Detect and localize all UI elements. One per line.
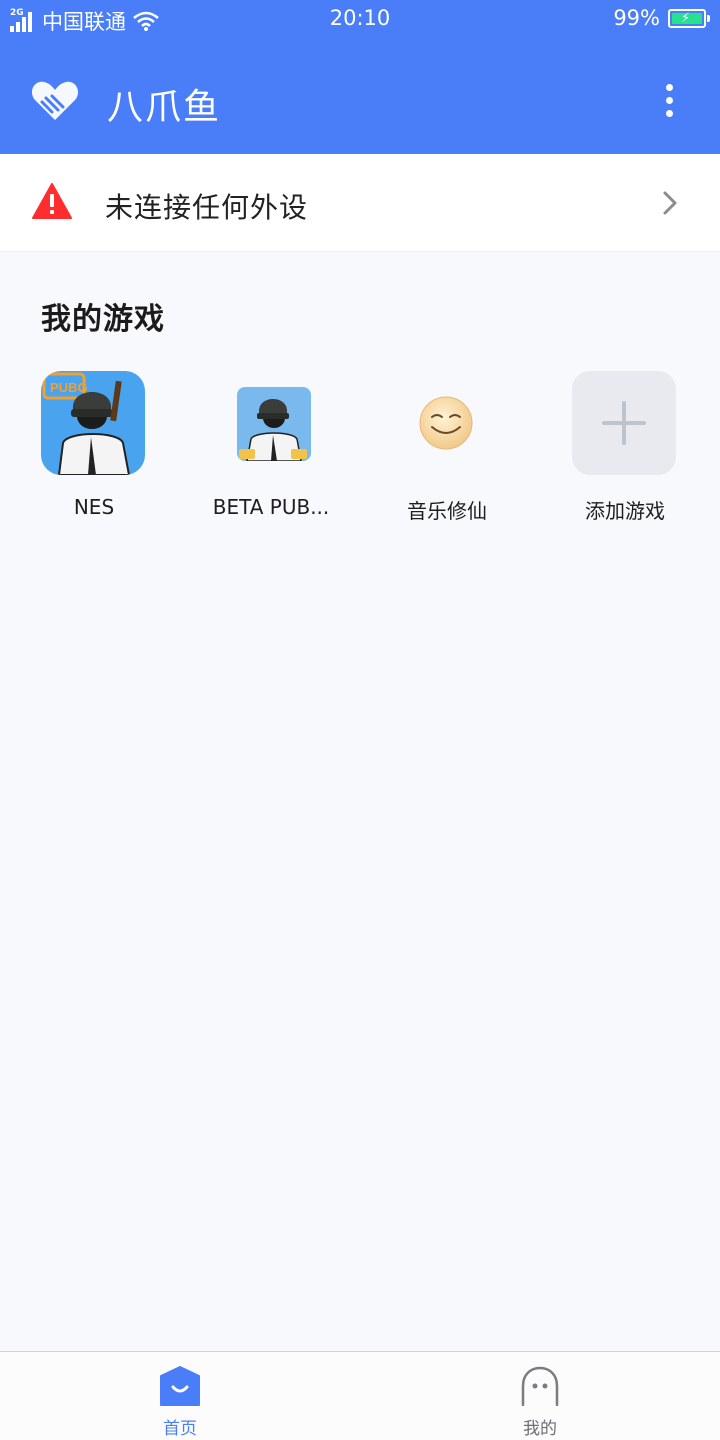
game-label: 音乐修仙 <box>407 499 487 523</box>
tab-mine[interactable]: 我的 <box>360 1352 720 1440</box>
battery-percent: 99% <box>613 6 660 30</box>
warning-triangle-icon <box>32 183 72 219</box>
add-game-button[interactable]: 添加游戏 <box>550 371 700 524</box>
game-item-beta-pubg[interactable]: BETA PUB... <box>196 371 346 519</box>
bottom-tab-bar: 首页 我的 <box>0 1351 720 1440</box>
game-label: NES <box>73 495 115 519</box>
game-label: 添加游戏 <box>585 499 665 523</box>
more-vertical-icon <box>665 84 673 91</box>
status-time: 20:10 <box>329 6 391 30</box>
battery-icon: ⚡ <box>668 8 710 28</box>
plus-icon <box>572 371 676 475</box>
game-item-nes[interactable]: PUBG NES <box>19 371 169 519</box>
status-bar: 2G 中国联通 20:10 99% ⚡ <box>0 0 720 38</box>
home-icon <box>160 1366 200 1406</box>
app-title: 八爪鱼 <box>107 87 222 128</box>
my-games-title: 我的游戏 <box>41 302 165 337</box>
app-header: 2G 中国联通 20:10 99% ⚡ 八爪鱼 <box>0 0 720 154</box>
pubg-beta-game-icon <box>237 387 311 461</box>
heart-handshake-icon <box>31 81 79 120</box>
chevron-right-icon <box>663 191 677 215</box>
peripheral-status-row[interactable]: 未连接任何外设 <box>0 154 720 252</box>
ghost-profile-icon <box>521 1366 559 1406</box>
tab-label: 首页 <box>163 1419 197 1439</box>
game-label: BETA PUB... <box>212 495 330 519</box>
pubg-game-icon: PUBG <box>41 371 145 475</box>
game-item-music-xiuxian[interactable]: 音乐修仙 <box>372 371 522 524</box>
more-menu-button[interactable] <box>656 84 682 122</box>
peripheral-status-text: 未连接任何外设 <box>105 191 309 224</box>
status-right: 99% ⚡ <box>613 6 710 30</box>
tab-home[interactable]: 首页 <box>0 1352 360 1440</box>
smiley-game-icon <box>419 396 473 450</box>
svg-text:PUBG: PUBG <box>50 380 88 395</box>
tab-label: 我的 <box>523 1419 557 1439</box>
